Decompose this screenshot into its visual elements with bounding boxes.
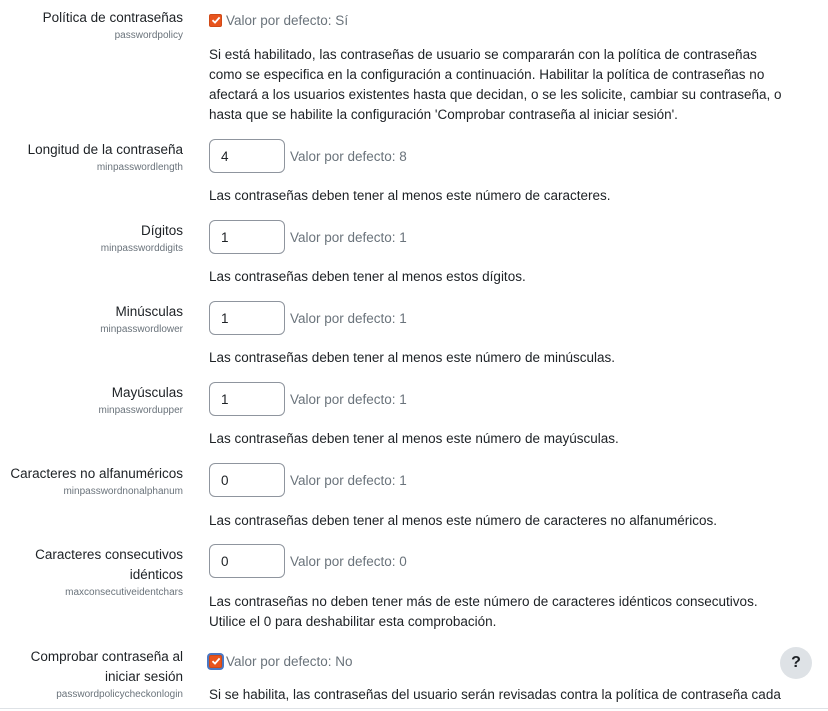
setting-control: Valor por defecto: 1 Las contraseñas deb… — [209, 382, 809, 449]
setting-title: Política de contraseñas — [42, 10, 183, 25]
maxconsecutiveidentchars-input[interactable] — [209, 544, 285, 578]
minpasswordnonalphanum-input[interactable] — [209, 463, 285, 497]
setting-key: passwordpolicy — [114, 30, 183, 41]
setting-description-line1: Las contraseñas no deben tener más de es… — [209, 594, 758, 609]
setting-key: minpasswordlower — [100, 324, 183, 335]
setting-control: Valor por defecto: 1 Las contraseñas deb… — [209, 301, 809, 368]
setting-title: Dígitos — [140, 223, 183, 238]
setting-description: Las contraseñas deben tener al menos est… — [209, 188, 611, 203]
setting-title-line1: Caracteres consecutivos — [35, 547, 183, 562]
setting-description-line2: Utilice el 0 para deshabilitar esta comp… — [209, 614, 497, 629]
setting-label: Dígitos minpassworddigits — [0, 221, 183, 256]
default-value: Valor por defecto: Sí — [226, 12, 349, 28]
setting-control: Valor por defecto: 0 Las contraseñas no … — [209, 544, 809, 632]
setting-title-line2: idénticos — [129, 567, 183, 582]
setting-label: Política de contraseñas passwordpolicy — [0, 8, 183, 43]
setting-key: minpassworddigits — [100, 243, 183, 254]
setting-key: minpasswordupper — [98, 405, 184, 416]
setting-title: Caracteres no alfanuméricos — [10, 466, 183, 481]
setting-label: Caracteres no alfanuméricos minpasswordn… — [0, 464, 183, 499]
minpasswordupper-input[interactable] — [209, 382, 285, 416]
default-value: Valor por defecto: 1 — [290, 310, 407, 326]
minpasswordlength-input[interactable] — [209, 139, 285, 173]
default-value: Valor por defecto: 1 — [290, 472, 407, 488]
setting-description: Las contraseñas deben tener al menos est… — [209, 513, 718, 528]
setting-description: Si está habilitado, las contraseñas de u… — [209, 47, 782, 122]
setting-control: Valor por defecto: 1 Las contraseñas deb… — [209, 220, 809, 287]
minpasswordlower-input[interactable] — [209, 301, 285, 335]
setting-key: minpasswordnonalphanum — [63, 486, 183, 497]
question-mark-icon: ? — [791, 654, 801, 671]
setting-label: Minúsculas minpasswordlower — [0, 302, 183, 337]
setting-description: Las contraseñas deben tener al menos est… — [209, 350, 615, 365]
setting-control: Valor por defecto: No Si se habilita, la… — [209, 647, 809, 705]
setting-label: Mayúsculas minpasswordupper — [0, 383, 184, 418]
default-value: Valor por defecto: 8 — [290, 148, 407, 164]
help-button[interactable]: ? — [780, 647, 812, 679]
setting-title: Mayúsculas — [111, 385, 183, 400]
passwordpolicy-checkbox[interactable] — [209, 13, 222, 27]
bottom-divider — [0, 708, 828, 709]
setting-control: Valor por defecto: Sí Si está habilitado… — [209, 8, 809, 125]
setting-title-line2: iniciar sesión — [104, 669, 183, 684]
passwordpolicycheckonlogin-checkbox[interactable] — [209, 654, 222, 668]
setting-title: Longitud de la contraseña — [27, 142, 183, 157]
setting-control: Valor por defecto: 1 Las contraseñas deb… — [209, 463, 809, 531]
minpassworddigits-input[interactable] — [209, 220, 285, 254]
setting-control: Valor por defecto: 8 Las contraseñas deb… — [209, 139, 809, 206]
check-icon — [211, 16, 220, 24]
setting-label: Longitud de la contraseña minpasswordlen… — [0, 140, 183, 175]
setting-key: minpasswordlength — [96, 162, 183, 173]
setting-title-line1: Comprobar contraseña al — [30, 649, 183, 664]
setting-title: Minúsculas — [115, 304, 183, 319]
default-value: Valor por defecto: 0 — [290, 553, 407, 569]
setting-key: passwordpolicycheckonlogin — [56, 689, 183, 700]
setting-description: Las contraseñas deben tener al menos est… — [209, 269, 526, 284]
setting-label: Caracteres consecutivos idénticos maxcon… — [0, 545, 183, 600]
setting-key: maxconsecutiveidentchars — [65, 587, 183, 598]
setting-description: Las contraseñas deben tener al menos est… — [209, 431, 619, 446]
setting-label: Comprobar contraseña al iniciar sesión p… — [0, 647, 183, 702]
default-value: Valor por defecto: No — [226, 653, 353, 669]
check-icon — [211, 657, 220, 665]
default-value: Valor por defecto: 1 — [290, 391, 407, 407]
setting-description: Si se habilita, las contraseñas del usua… — [209, 687, 781, 702]
default-value: Valor por defecto: 1 — [290, 229, 407, 245]
